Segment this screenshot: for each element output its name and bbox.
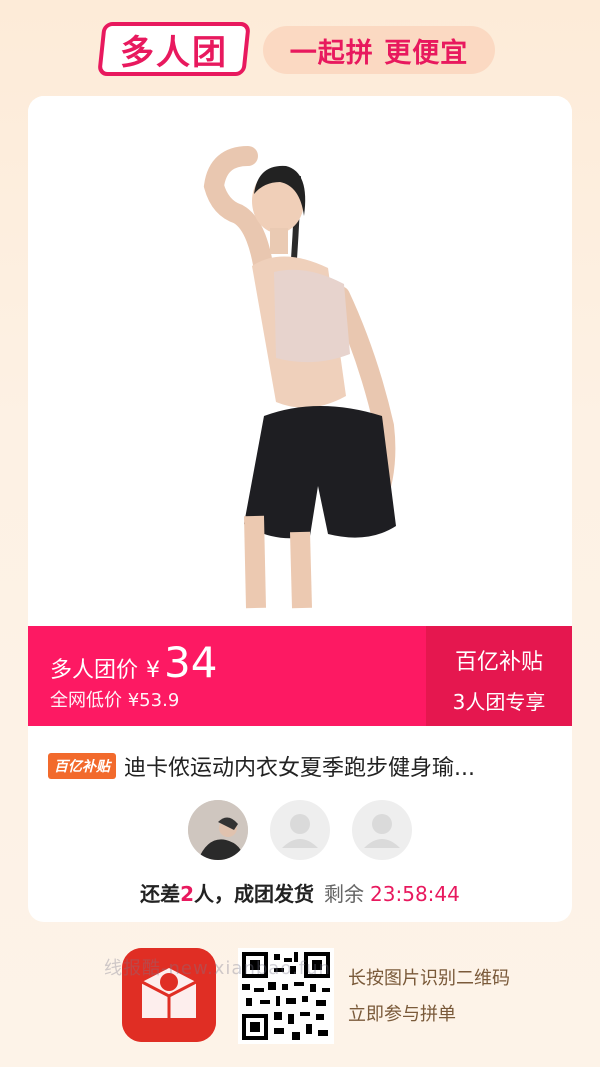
subsidy-panel: 百亿补贴 3人团专享 [426, 626, 572, 726]
missing-count: 2 [180, 882, 195, 906]
avatar [188, 800, 248, 860]
subsidy-label: 百亿补贴 [454, 650, 543, 675]
subsidy-badge: 百亿补贴 [48, 753, 116, 779]
status-prefix: 还差 [140, 882, 181, 906]
user-avatar-icon [188, 800, 248, 860]
remaining-label: 剩余 [324, 882, 365, 906]
product-title-row[interactable]: 百亿补贴 迪卡侬运动内衣女夏季跑步健身瑜... [48, 750, 558, 782]
scan-instruction: 长按图片识别二维码 [348, 968, 510, 989]
original-price-value: ¥53.9 [127, 690, 180, 711]
model-photo-icon [203, 146, 396, 609]
original-price-label: 全网低价 [50, 690, 122, 711]
user-placeholder-icon [364, 814, 400, 848]
join-instruction: 立即参与拼单 [348, 1004, 456, 1025]
group-price-label: 多人团价 [50, 658, 139, 683]
slogan-pill: 一起拼 更便宜 [263, 26, 495, 74]
product-title[interactable]: 迪卡侬运动内衣女夏季跑步健身瑜... [124, 750, 475, 782]
watermark: 线报酷-new.xianbao.fun [104, 958, 331, 979]
group-price: 多人团价 ¥ 34 [50, 640, 217, 686]
empty-member-slot [352, 800, 412, 860]
empty-member-slot [270, 800, 330, 860]
product-image[interactable] [28, 96, 572, 626]
footer: 线报酷-new.xianbao.fun 长按图片识别二维码 立即参与拼单 [0, 940, 600, 1050]
header: 多人团 一起拼 更便宜 [0, 18, 600, 84]
original-price: 全网低价 ¥53.9 [50, 686, 179, 712]
brand-text: 多人团 [120, 32, 228, 73]
currency-symbol: ¥ [146, 658, 161, 683]
brand-logo: 多人团 [97, 22, 251, 76]
group-members [28, 800, 572, 862]
user-placeholder-icon [282, 814, 318, 848]
group-price-value: 34 [164, 638, 218, 687]
price-bar: 多人团价 ¥ 34 全网低价 ¥53.9 百亿补贴 3人团专享 [28, 626, 572, 726]
product-card[interactable]: 多人团价 ¥ 34 全网低价 ¥53.9 百亿补贴 3人团专享 百亿补贴 迪卡侬… [28, 96, 572, 922]
countdown-timer: 23:58:44 [370, 882, 460, 906]
group-size-label: 3人团专享 [452, 690, 546, 714]
group-status: 还差2人，成团发货 剩余 23:58:44 [28, 878, 572, 907]
status-suffix: 人，成团发货 [194, 882, 315, 906]
